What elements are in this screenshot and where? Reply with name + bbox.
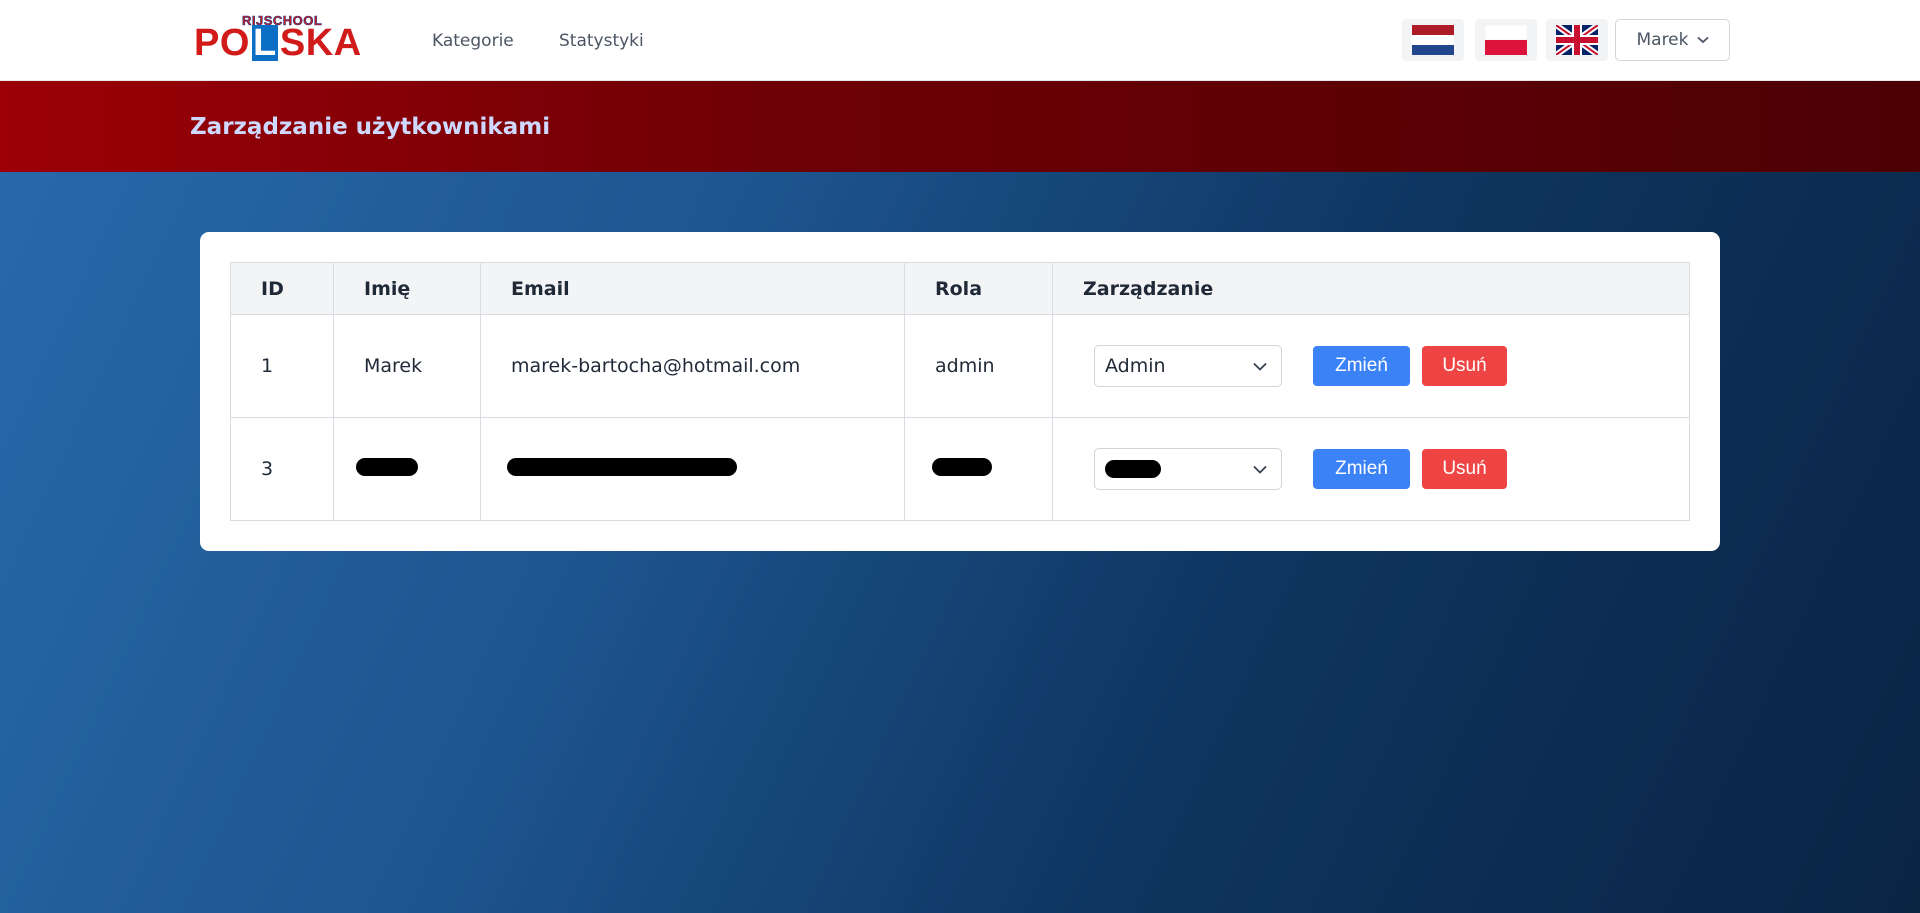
table-row: 3 Zmień Usuń: [230, 417, 1690, 521]
poland-flag-icon: [1485, 25, 1527, 55]
role-select-value: Admin: [1105, 355, 1166, 377]
column-header-name: Imię: [333, 262, 481, 315]
chevron-down-icon: [1253, 362, 1267, 371]
chevron-down-icon: [1253, 465, 1267, 474]
page-title: Zarządzanie użytkownikami: [190, 114, 551, 140]
logo-big-text: PO L SKA: [194, 22, 362, 64]
redacted-select-value: [1105, 460, 1161, 478]
cell-name: Marek: [333, 314, 481, 418]
user-menu-label: Marek: [1636, 30, 1689, 50]
column-header-management: Zarządzanie: [1052, 262, 1690, 315]
cell-id: 3: [230, 417, 334, 521]
cell-management: Zmień Usuń: [1052, 417, 1690, 521]
chevron-down-icon: [1696, 36, 1709, 44]
role-select[interactable]: Admin: [1094, 345, 1282, 387]
change-role-button[interactable]: Zmień: [1313, 449, 1410, 489]
page-header: Zarządzanie użytkownikami: [0, 81, 1920, 172]
logo[interactable]: RIJSCHOOL PO L SKA: [194, 12, 376, 62]
nav-link-statystyki[interactable]: Statystyki: [559, 31, 644, 51]
change-role-button[interactable]: Zmień: [1313, 346, 1410, 386]
user-menu-button[interactable]: Marek: [1615, 19, 1730, 61]
delete-user-button[interactable]: Usuń: [1422, 449, 1507, 489]
column-header-email: Email: [480, 262, 905, 315]
language-en-button[interactable]: [1546, 19, 1608, 61]
cell-role: [904, 417, 1053, 521]
language-nl-button[interactable]: [1402, 19, 1464, 61]
cell-management: Admin Zmień Usuń: [1052, 314, 1690, 418]
table-row: 1 Marek marek-bartocha@hotmail.com admin…: [230, 314, 1690, 418]
cell-id: 1: [230, 314, 334, 418]
column-header-id: ID: [230, 262, 334, 315]
nav-link-kategorie[interactable]: Kategorie: [432, 31, 514, 51]
navbar: RIJSCHOOL PO L SKA Kategorie Statystyki: [0, 0, 1920, 81]
table-header-row: ID Imię Email Rola Zarządzanie: [230, 262, 1690, 315]
cell-role: admin: [904, 314, 1053, 418]
language-pl-button[interactable]: [1475, 19, 1537, 61]
redacted-name: [356, 457, 418, 476]
delete-user-button[interactable]: Usuń: [1422, 346, 1507, 386]
cell-name: [333, 417, 481, 521]
cell-email: [480, 417, 905, 521]
cell-email: marek-bartocha@hotmail.com: [480, 314, 905, 418]
users-table: ID Imię Email Rola Zarządzanie 1 Marek m…: [230, 262, 1690, 521]
netherlands-flag-icon: [1412, 25, 1454, 55]
role-select[interactable]: [1094, 448, 1282, 490]
column-header-role: Rola: [904, 262, 1053, 315]
redacted-email: [507, 457, 737, 476]
redacted-role: [932, 457, 992, 476]
uk-flag-icon: [1556, 25, 1598, 55]
users-card: ID Imię Email Rola Zarządzanie 1 Marek m…: [200, 232, 1720, 551]
